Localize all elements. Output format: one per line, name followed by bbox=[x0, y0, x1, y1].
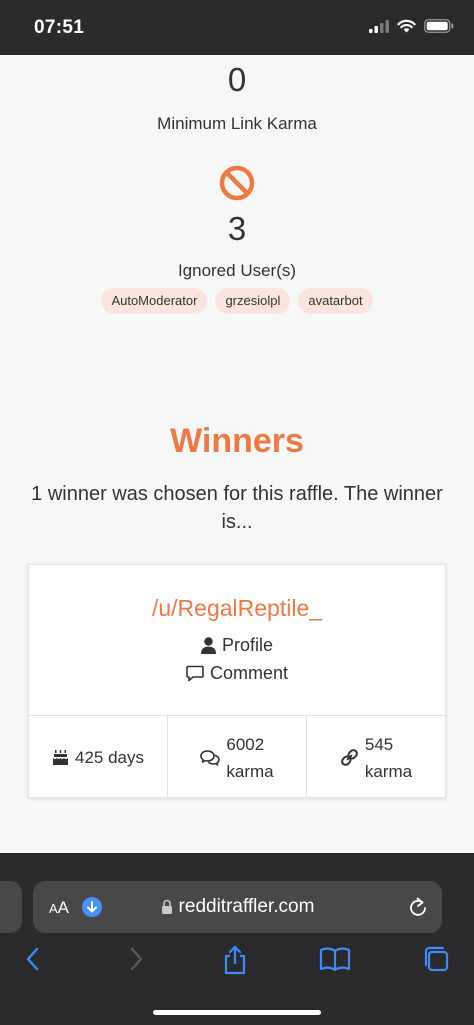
url-display[interactable]: redditraffler.com bbox=[33, 896, 442, 918]
share-icon[interactable] bbox=[222, 945, 248, 975]
comment-karma-value: 6002 bbox=[226, 734, 265, 754]
home-indicator[interactable] bbox=[153, 1010, 321, 1015]
back-icon[interactable] bbox=[25, 945, 41, 973]
address-bar[interactable]: AA redditraffler.com bbox=[33, 881, 442, 933]
winner-card: /u/RegalReptile_ Profile Comment 425 day… bbox=[28, 564, 446, 799]
account-age-value: 425 days bbox=[75, 747, 144, 767]
link-karma-unit: karma bbox=[364, 761, 413, 781]
link-karma-value: 545 bbox=[364, 734, 394, 754]
page-content: 0 Minimum Link Karma 3 Ignored User(s) A… bbox=[0, 55, 474, 853]
winners-description: 1 winner was chosen for this raffle. The… bbox=[31, 483, 443, 533]
ban-icon bbox=[219, 165, 255, 201]
ignored-users-list: AutoModerator grzesiolpl avatarbot bbox=[0, 288, 474, 314]
battery-icon bbox=[424, 19, 454, 33]
comment-karma-stat: 6002 karma bbox=[167, 716, 306, 799]
browser-nav-row bbox=[0, 945, 474, 985]
forward-icon[interactable] bbox=[128, 945, 144, 973]
comment-link[interactable]: Comment bbox=[29, 663, 445, 684]
tabs-icon[interactable] bbox=[422, 945, 450, 973]
ignored-users-count: 3 bbox=[227, 210, 247, 247]
browser-toolbar: AA redditraffler.com bbox=[0, 853, 474, 1025]
winner-username-link[interactable]: /u/RegalReptile_ bbox=[29, 595, 445, 622]
birthday-cake-icon bbox=[53, 750, 68, 765]
comment-karma-unit: karma bbox=[226, 761, 274, 781]
comments-icon bbox=[200, 750, 221, 766]
ignored-user-chip: AutoModerator bbox=[101, 288, 208, 314]
account-age-stat: 425 days bbox=[29, 716, 167, 799]
ignored-user-chip: avatarbot bbox=[298, 288, 373, 314]
signal-icon bbox=[369, 19, 389, 33]
link-karma-stat: 545 karma bbox=[306, 716, 445, 799]
previous-tab-preview[interactable] bbox=[0, 881, 22, 933]
status-icons bbox=[369, 19, 454, 33]
min-link-karma-label: Minimum Link Karma bbox=[157, 114, 317, 133]
bookmarks-icon[interactable] bbox=[319, 945, 351, 973]
link-icon bbox=[340, 749, 358, 766]
comment-icon bbox=[186, 665, 204, 682]
ignored-user-chip: grzesiolpl bbox=[215, 288, 291, 314]
wifi-icon bbox=[397, 19, 416, 33]
winners-heading: Winners bbox=[170, 422, 304, 460]
status-bar: 07:51 bbox=[0, 0, 474, 55]
status-time: 07:51 bbox=[34, 17, 85, 38]
winner-stats-row: 425 days 6002 karma 545 karma bbox=[29, 715, 445, 799]
user-icon bbox=[200, 637, 216, 654]
lock-icon bbox=[161, 899, 172, 914]
profile-link-label: Profile bbox=[221, 635, 274, 655]
min-link-karma-value: 0 bbox=[227, 61, 247, 98]
ignored-users-label: Ignored User(s) bbox=[177, 261, 297, 280]
url-text: redditraffler.com bbox=[178, 896, 315, 917]
profile-link[interactable]: Profile bbox=[29, 635, 445, 656]
reload-icon[interactable] bbox=[408, 896, 428, 918]
comment-link-label: Comment bbox=[209, 663, 289, 683]
